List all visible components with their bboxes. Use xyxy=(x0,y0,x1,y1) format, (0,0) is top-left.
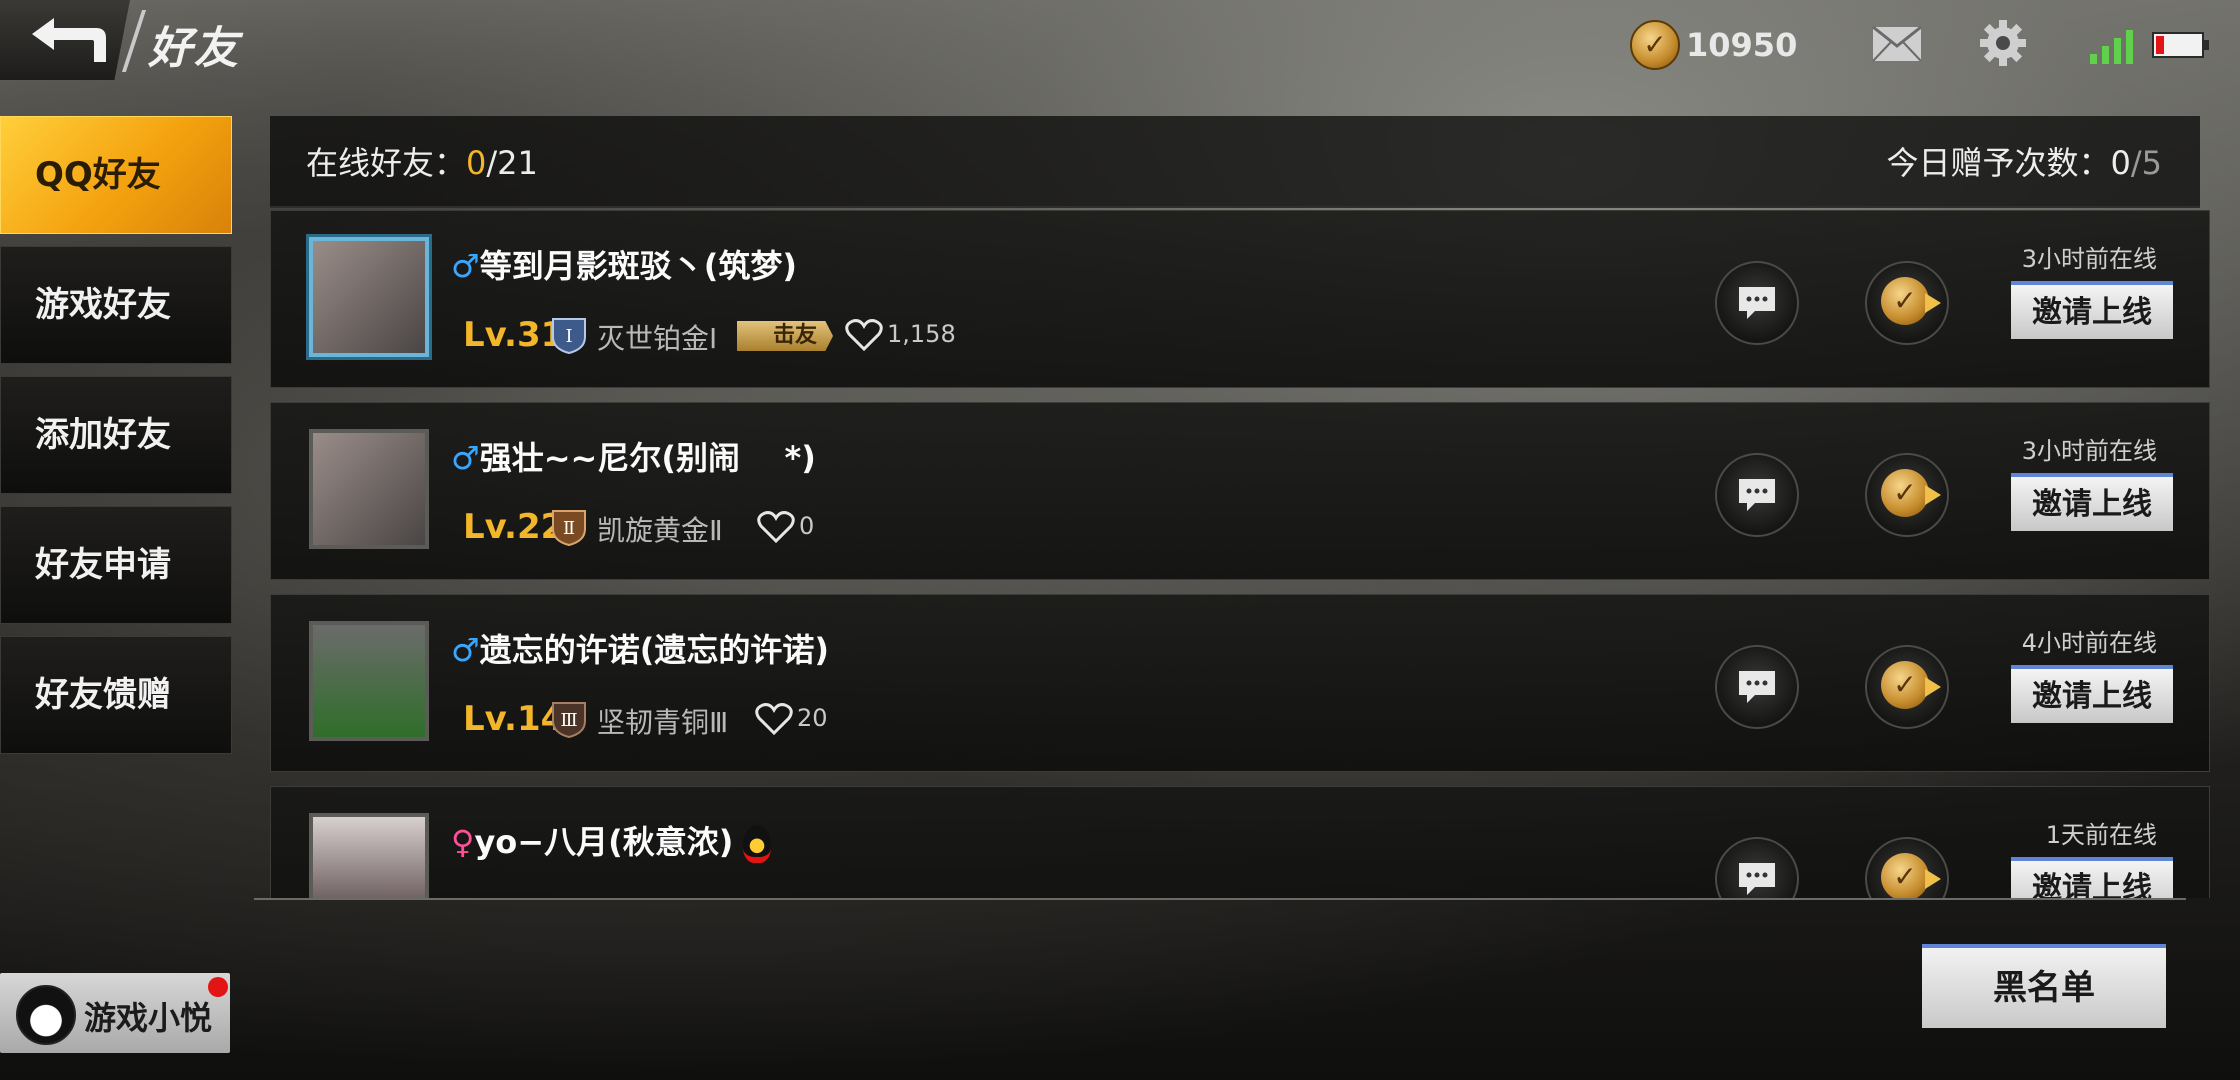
heart-icon xyxy=(755,703,793,736)
chat-bubble-icon xyxy=(1739,863,1775,895)
friend-tag: 击友 xyxy=(737,321,834,351)
last-online-status: 3小时前在线 xyxy=(2021,245,2157,273)
coin-count: 10950 xyxy=(1686,26,1798,64)
friend-name: ♀yo−八月(秋意浓) xyxy=(451,817,772,863)
svg-text:Ⅱ: Ⅱ xyxy=(563,518,575,539)
battery-icon xyxy=(2152,32,2209,58)
send-gift-button[interactable]: ✓ xyxy=(1865,837,1949,898)
chat-bubble-icon xyxy=(1739,671,1775,703)
svg-text:Ⅲ: Ⅲ xyxy=(560,710,577,731)
arrow-right-icon xyxy=(1925,677,1941,697)
heart-icon xyxy=(757,511,795,544)
sidebar-item-qq-friends[interactable]: QQ好友 xyxy=(0,116,232,234)
svg-text:Ⅰ: Ⅰ xyxy=(565,326,572,347)
friend-likes: 1,158 xyxy=(845,317,956,352)
friend-rank: 凯旋黄金Ⅱ xyxy=(597,514,723,547)
back-button[interactable] xyxy=(0,0,130,80)
friend-list[interactable]: ♂等到月影斑驳丶(筑梦) Lv.31 Ⅰ 灭世铂金Ⅰ 击友 1,158 ✓ 3小… xyxy=(270,210,2212,898)
sidebar-item-game-friends[interactable]: 游戏好友 xyxy=(0,246,232,364)
male-icon: ♂ xyxy=(451,439,480,477)
chat-button[interactable] xyxy=(1715,645,1799,729)
friend-avatar[interactable] xyxy=(309,813,429,898)
penguin-avatar-icon xyxy=(16,985,76,1045)
friend-avatar[interactable] xyxy=(309,429,429,549)
male-icon: ♂ xyxy=(451,247,480,285)
invite-online-button[interactable]: 邀请上线 xyxy=(2011,665,2173,723)
invite-online-button[interactable]: 邀请上线 xyxy=(2011,473,2173,531)
back-arrow-icon xyxy=(32,18,106,62)
sidebar: QQ好友 游戏好友 添加好友 好友申请 好友馈赠 xyxy=(0,116,234,766)
coin-icon: ✓ xyxy=(1881,469,1929,517)
gear-icon[interactable] xyxy=(1978,18,2028,68)
friends-panel-header: 在线好友：0/21 今日赠予次数：0/5 xyxy=(270,116,2200,208)
send-gift-button[interactable]: ✓ xyxy=(1865,261,1949,345)
page-title: 好友 xyxy=(148,23,240,74)
coin-icon: ✓ xyxy=(1630,20,1680,70)
chat-button[interactable] xyxy=(1715,837,1799,898)
coin-icon: ✓ xyxy=(1881,277,1929,325)
platinum-rank-icon: Ⅰ xyxy=(552,318,586,355)
sidebar-item-friend-requests[interactable]: 好友申请 xyxy=(0,506,232,624)
blacklist-button[interactable]: 黑名单 xyxy=(1922,944,2166,1028)
friend-name: ♂遗忘的许诺(遗忘的许诺) xyxy=(451,631,829,669)
sidebar-item-add-friend[interactable]: 添加好友 xyxy=(0,376,232,494)
friend-rank: 灭世铂金Ⅰ xyxy=(597,322,718,355)
chat-button[interactable] xyxy=(1715,261,1799,345)
online-friends-count: 在线好友：0/21 xyxy=(306,144,538,182)
arrow-right-icon xyxy=(1925,293,1941,313)
sidebar-item-friend-gifts[interactable]: 好友馈赠 xyxy=(0,636,232,754)
mail-icon[interactable] xyxy=(1872,26,1922,62)
chat-bubble-icon xyxy=(1739,287,1775,319)
last-online-status: 4小时前在线 xyxy=(2021,629,2157,657)
daily-gift-count: 今日赠予次数：0/5 xyxy=(1886,144,2162,182)
send-gift-button[interactable]: ✓ xyxy=(1865,453,1949,537)
heart-icon xyxy=(845,319,883,352)
arrow-right-icon xyxy=(1925,869,1941,889)
arrow-right-icon xyxy=(1925,485,1941,505)
coin-icon: ✓ xyxy=(1881,661,1929,709)
assistant-label: 游戏小悦 xyxy=(84,999,213,1037)
friend-name: ♂等到月影斑驳丶(筑梦) xyxy=(451,247,797,285)
last-online-status: 1天前在线 xyxy=(2045,821,2157,849)
list-divider xyxy=(254,898,2186,900)
last-online-status: 3小时前在线 xyxy=(2021,437,2157,465)
bronze-rank-icon: Ⅲ xyxy=(552,702,586,739)
friend-row[interactable]: ♂遗忘的许诺(遗忘的许诺) Lv.14 Ⅲ 坚韧青铜Ⅲ 20 ✓ 4小时前在线 … xyxy=(270,594,2210,772)
invite-online-button[interactable]: 邀请上线 xyxy=(2011,857,2173,898)
qq-penguin-icon xyxy=(743,825,772,863)
friend-row[interactable]: ♂强壮~~尼尔(别闹 *) Lv.22 Ⅱ 凯旋黄金Ⅱ 0 ✓ 3小时前在线 邀… xyxy=(270,402,2210,580)
female-icon: ♀ xyxy=(451,823,475,861)
friend-row[interactable]: ♀yo−八月(秋意浓) ✓ 1天前在线 邀请上线 xyxy=(270,786,2210,898)
friend-name: ♂强壮~~尼尔(别闹 *) xyxy=(451,439,816,477)
friend-row[interactable]: ♂等到月影斑驳丶(筑梦) Lv.31 Ⅰ 灭世铂金Ⅰ 击友 1,158 ✓ 3小… xyxy=(270,210,2210,388)
chat-bubble-icon xyxy=(1739,479,1775,511)
friend-avatar[interactable] xyxy=(309,621,429,741)
gold-rank-icon: Ⅱ xyxy=(552,510,586,547)
game-assistant-button[interactable]: 游戏小悦 xyxy=(0,973,230,1053)
friend-avatar[interactable] xyxy=(309,237,429,357)
notification-dot xyxy=(208,977,228,997)
invite-online-button[interactable]: 邀请上线 xyxy=(2011,281,2173,339)
top-bar: 好友 ✓ 10950 xyxy=(0,0,2240,84)
signal-icon xyxy=(2090,30,2133,64)
coin-icon: ✓ xyxy=(1881,853,1929,898)
send-gift-button[interactable]: ✓ xyxy=(1865,645,1949,729)
friend-rank: 坚韧青铜Ⅲ xyxy=(597,706,729,739)
chat-button[interactable] xyxy=(1715,453,1799,537)
male-icon: ♂ xyxy=(451,631,480,669)
friend-likes: 20 xyxy=(755,701,828,736)
friend-likes: 0 xyxy=(757,509,814,544)
